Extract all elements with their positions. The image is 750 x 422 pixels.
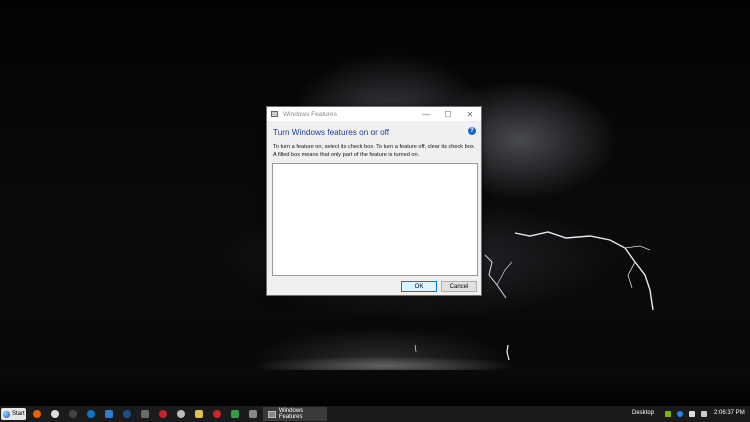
dialog-description: To turn a feature on, select its check b…: [273, 144, 476, 158]
ok-button[interactable]: OK: [401, 281, 437, 292]
settings-icon[interactable]: [249, 410, 257, 418]
stop-icon[interactable]: [213, 410, 221, 418]
task-icon[interactable]: [231, 410, 239, 418]
feature-list[interactable]: [272, 163, 478, 276]
steam-icon[interactable]: [69, 410, 77, 418]
start-label: Start: [12, 411, 25, 417]
nvidia-icon[interactable]: [665, 411, 671, 417]
folder-icon[interactable]: [195, 410, 203, 418]
start-button[interactable]: Start: [1, 408, 26, 420]
chrome-icon[interactable]: [51, 410, 59, 418]
dialog-titlebar[interactable]: Windows Features — ☐ ✕: [267, 107, 481, 121]
cancel-button[interactable]: Cancel: [441, 281, 477, 292]
windows-features-icon: [271, 111, 278, 117]
firefox-icon[interactable]: [33, 410, 41, 418]
dialog-heading: Turn Windows features on or off: [273, 128, 390, 137]
taskbar: Start Windows Features Desktop 2:06:37 P…: [0, 406, 750, 422]
volume-icon[interactable]: [701, 411, 707, 417]
close-button[interactable]: ✕: [459, 107, 481, 121]
desktop-toolbar-label[interactable]: Desktop: [632, 410, 654, 416]
help-icon[interactable]: ?: [468, 127, 476, 135]
logitech-icon[interactable]: [87, 410, 95, 418]
taskbar-clock[interactable]: 2:06:37 PM: [714, 410, 745, 416]
dialog-title: Windows Features: [283, 110, 337, 118]
media-icon[interactable]: [177, 410, 185, 418]
edge-icon[interactable]: [105, 410, 113, 418]
start-orb-icon: [3, 410, 10, 418]
taskbar-task-label: Windows Features: [278, 408, 304, 420]
taskbar-windows-features[interactable]: Windows Features: [263, 407, 327, 421]
steam-client-icon[interactable]: [123, 410, 131, 418]
game-icon[interactable]: [141, 410, 149, 418]
network-icon[interactable]: [689, 411, 695, 417]
windows-features-dialog: Windows Features — ☐ ✕ Turn Windows feat…: [266, 106, 482, 296]
bluetooth-icon[interactable]: [677, 411, 683, 417]
maximize-button[interactable]: ☐: [437, 107, 459, 121]
app-icon[interactable]: [159, 410, 167, 418]
windows-features-icon: [268, 410, 276, 418]
minimize-button[interactable]: —: [415, 107, 437, 121]
